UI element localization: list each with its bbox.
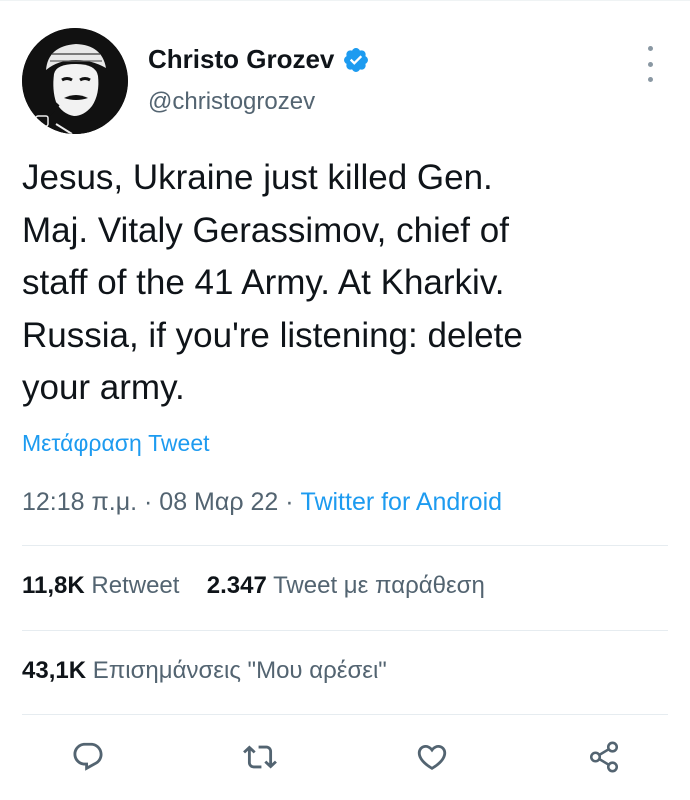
likes-count: 43,1K <box>22 657 87 684</box>
user-handle[interactable]: @christogrozev <box>148 88 315 116</box>
more-vertical-icon-dot <box>647 77 653 82</box>
reply-icon <box>73 742 103 771</box>
divider <box>22 714 668 715</box>
avatar-portrait-image <box>22 28 128 134</box>
reply-button[interactable] <box>66 735 110 779</box>
more-options-button[interactable] <box>640 46 660 82</box>
more-vertical-icon <box>647 46 653 51</box>
avatar[interactable] <box>22 28 128 134</box>
likes-stat[interactable]: 43,1K Επισημάνσεις "Μου αρέσει" <box>22 657 387 685</box>
top-divider <box>0 0 690 1</box>
retweet-button[interactable] <box>238 735 282 779</box>
verified-badge-icon <box>342 46 370 74</box>
retweet-icon <box>243 745 277 769</box>
quote-tweets-stat[interactable]: 2.347 Tweet με παράθεση <box>207 572 485 600</box>
retweets-label: Retweet <box>91 572 180 599</box>
share-button[interactable] <box>582 735 626 779</box>
tweet-text: Jesus, Ukraine just killed Gen. Maj. Vit… <box>22 158 523 407</box>
retweet-quote-stats: 11,8K Retweet 2.347 Tweet με παράθεση <box>22 572 485 600</box>
meta-separator: · <box>144 488 153 516</box>
like-button[interactable] <box>410 735 454 779</box>
display-name[interactable]: Christo Grozev <box>148 44 334 75</box>
divider <box>22 545 668 546</box>
quote-tweets-label: Tweet με παράθεση <box>273 572 485 599</box>
tweet-time[interactable]: 12:18 π.μ. <box>22 488 137 516</box>
divider <box>22 630 668 631</box>
meta-separator: · <box>285 488 294 516</box>
more-vertical-icon-dot <box>647 61 653 67</box>
tweet-source-link[interactable]: Twitter for Android <box>301 488 502 516</box>
heart-icon <box>417 744 447 770</box>
quote-tweets-count: 2.347 <box>206 572 267 599</box>
retweets-count: 11,8K <box>22 572 85 599</box>
retweets-stat[interactable]: 11,8K Retweet <box>22 572 179 600</box>
tweet-date[interactable]: 08 Μαρ 22 <box>159 488 278 516</box>
tweet-meta: 12:18 π.μ. · 08 Μαρ 22 · Twitter for And… <box>22 488 502 517</box>
tweet-header: Christo Grozev @christogrozev <box>22 28 670 134</box>
share-icon <box>589 741 619 773</box>
display-name-row: Christo Grozev <box>148 44 370 75</box>
translate-tweet-link[interactable]: Μετάφραση Tweet <box>22 430 210 457</box>
tweet-actions-bar <box>0 735 690 795</box>
likes-label: Επισημάνσεις "Μου αρέσει" <box>92 657 387 684</box>
likes-stats: 43,1K Επισημάνσεις "Μου αρέσει" <box>22 657 387 685</box>
